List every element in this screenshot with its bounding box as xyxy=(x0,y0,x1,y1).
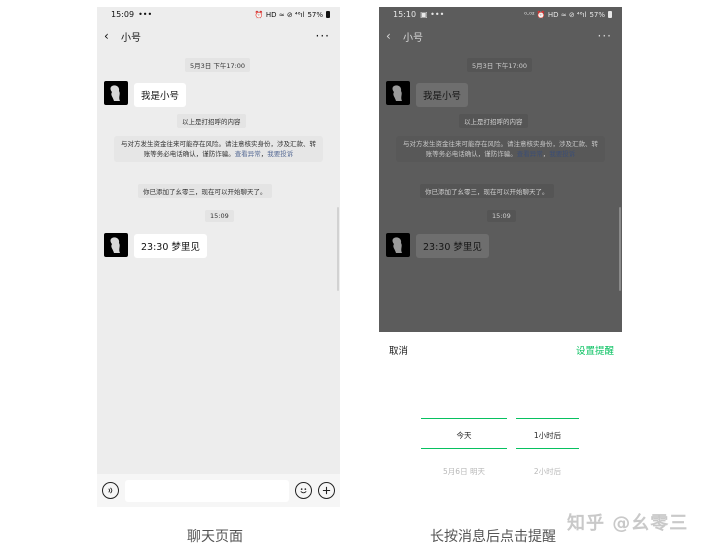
chat-title: 小号 xyxy=(121,32,141,44)
risk-warning: 与对方发生资金往来可能存在风险。请注意核实身份，涉及汇款、转账等务必电话确认，谨… xyxy=(114,136,323,163)
view-abnormal-link[interactable]: 查看异常 xyxy=(235,150,261,158)
chat-header: ‹ 小号 ··· xyxy=(97,25,340,47)
risk-warning: 与对方发生资金往来可能存在风险。请注意核实身份，涉及汇款、转账等务必电话确认，谨… xyxy=(396,136,605,163)
status-time: 15:10 xyxy=(393,10,417,19)
time-stamp: 15:09 xyxy=(205,210,234,222)
message-input[interactable] xyxy=(125,479,289,502)
time-picker-option[interactable]: 2小时后 xyxy=(516,466,579,477)
added-notice: 你已添加了幺零三，现在可以开始聊天了。 xyxy=(420,184,554,198)
emoji-icon[interactable] xyxy=(295,482,312,499)
scrollbar[interactable] xyxy=(337,207,339,291)
status-bar: 15:10 ▣ ••• ⁰·⁰² ⏰ HD ≈ ⊘ ⁴⁶ıl 57% xyxy=(379,7,622,22)
status-indicators: ••• xyxy=(138,10,153,19)
greeting-notice: 以上是打招呼的内容 xyxy=(459,114,528,128)
battery-icon xyxy=(326,11,330,18)
chat-screen: 15:09 ••• ⏰ HD ≈ ⊘ ⁴⁶ıl 57% ‹ 小号 ··· 5月3… xyxy=(97,7,340,507)
greeting-notice: 以上是打招呼的内容 xyxy=(177,114,246,128)
chat-title: 小号 xyxy=(403,32,423,44)
status-time: 15:09 xyxy=(111,10,135,19)
message-bubble[interactable]: 我是小号 xyxy=(134,83,187,107)
status-icons: ⁰·⁰² ⏰ HD ≈ ⊘ ⁴⁶ıl xyxy=(524,10,587,19)
chat-header: ‹ 小号 ··· xyxy=(379,25,622,47)
avatar[interactable] xyxy=(386,81,410,105)
battery-icon xyxy=(608,11,612,18)
status-bar: 15:09 ••• ⏰ HD ≈ ⊘ ⁴⁶ıl 57% xyxy=(97,7,340,22)
picker-divider xyxy=(516,448,579,450)
back-icon[interactable]: ‹ xyxy=(104,29,118,43)
avatar[interactable] xyxy=(386,233,410,257)
status-icons: ⏰ HD ≈ ⊘ ⁴⁶ıl xyxy=(254,10,305,19)
battery-text: 57% xyxy=(589,10,605,19)
reminder-screen: 15:10 ▣ ••• ⁰·⁰² ⏰ HD ≈ ⊘ ⁴⁶ıl 57% ‹ 小号 … xyxy=(379,7,622,507)
caption-chat-page: 聊天页面 xyxy=(187,529,243,545)
day-picker-option[interactable]: 5月6日 明天 xyxy=(421,466,507,477)
avatar[interactable] xyxy=(104,233,128,257)
reminder-sheet: 取消 设置提醒 今天 1小时后 5月6日 明天 2小时后 xyxy=(379,332,622,507)
cancel-button[interactable]: 取消 xyxy=(389,343,408,357)
date-stamp: 5月3日 下午17:00 xyxy=(467,58,533,72)
scrollbar[interactable] xyxy=(619,207,621,291)
caption-reminder: 长按消息后点击提醒 xyxy=(430,529,556,545)
set-reminder-button[interactable]: 设置提醒 xyxy=(576,343,614,357)
back-icon[interactable]: ‹ xyxy=(386,29,400,43)
watermark: 知乎 @幺零三 xyxy=(567,513,689,534)
status-indicators: ▣ ••• xyxy=(420,10,445,19)
picker-divider xyxy=(421,448,507,450)
input-bar xyxy=(97,474,340,507)
battery-text: 57% xyxy=(307,10,323,19)
avatar[interactable] xyxy=(104,81,128,105)
message-bubble[interactable]: 23:30 梦里见 xyxy=(416,234,489,258)
picker-divider xyxy=(516,418,579,420)
voice-icon[interactable] xyxy=(102,482,119,499)
view-abnormal-link[interactable]: 查看异常 xyxy=(517,150,543,158)
message-bubble[interactable]: 我是小号 xyxy=(416,83,469,107)
day-picker-selected[interactable]: 今天 xyxy=(421,430,507,441)
picker-divider xyxy=(421,418,507,420)
time-picker-selected[interactable]: 1小时后 xyxy=(516,430,579,441)
more-icon[interactable]: ··· xyxy=(316,29,330,43)
time-stamp: 15:09 xyxy=(487,210,516,222)
report-link[interactable]: 我要投诉 xyxy=(267,150,293,158)
more-icon[interactable]: ··· xyxy=(598,29,612,43)
date-stamp: 5月3日 下午17:00 xyxy=(185,58,251,72)
added-notice: 你已添加了幺零三，现在可以开始聊天了。 xyxy=(138,184,272,198)
report-link[interactable]: 我要投诉 xyxy=(549,150,575,158)
message-bubble[interactable]: 23:30 梦里见 xyxy=(134,234,207,258)
plus-icon[interactable] xyxy=(318,482,335,499)
